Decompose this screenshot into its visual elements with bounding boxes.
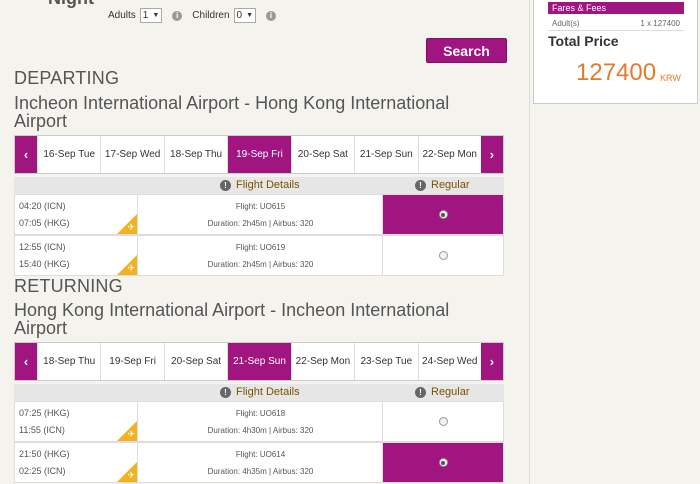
flight-duration: Duration: 2h45m | Airbus: 320: [207, 219, 314, 228]
flight-duration: Duration: 4h30m | Airbus: 320: [207, 426, 314, 435]
date-tab[interactable]: 21-Sep Sun: [227, 343, 291, 380]
date-tab[interactable]: 16-Sep Tue: [37, 136, 100, 173]
chevron-right-icon[interactable]: ›: [480, 343, 503, 380]
info-icon[interactable]: !: [415, 179, 426, 191]
page-title-partial: Night: [48, 0, 94, 9]
chevron-right-icon[interactable]: ›: [480, 136, 503, 173]
flight-details-label: Flight Details: [236, 386, 300, 398]
departing-flight-header: ! Flight Details ! Regular: [14, 177, 504, 194]
price-summary: Fares & Fees Adult(s) 1 x 127400 Total P…: [533, 0, 698, 104]
children-label: Children: [192, 10, 230, 21]
returning-heading: RETURNING: [14, 276, 123, 296]
adult-fare-row: Adult(s) 1 x 127400: [548, 19, 684, 31]
adults-select[interactable]: 1 ▼: [139, 8, 163, 23]
total-price-amount: 127400: [576, 59, 657, 86]
flight-number: Flight: UO619: [235, 243, 286, 252]
returning-date-strip: ‹ 18-Sep Thu 19-Sep Fri 20-Sep Sat 21-Se…: [14, 342, 504, 381]
passenger-row: Adults 1 ▼ i Children 0 ▼ i: [108, 8, 282, 23]
returning-flight-header: ! Flight Details ! Regular: [14, 384, 504, 401]
arrive-time: 11:55 (ICN): [19, 425, 65, 435]
fare-cell[interactable]: [383, 402, 503, 441]
total-price-label: Total Price: [548, 33, 619, 49]
info-icon[interactable]: !: [220, 179, 231, 191]
flight-row: 04:20 (ICN) 07:05 (HKG) ✈ Flight: UO615 …: [14, 194, 504, 235]
depart-time: 12:55 (ICN): [19, 242, 66, 252]
flight-number: Flight: UO614: [235, 450, 286, 459]
chevron-down-icon: ▼: [152, 12, 160, 19]
date-tab[interactable]: 20-Sep Sat: [163, 343, 227, 380]
chevron-left-icon[interactable]: ‹: [15, 343, 37, 380]
fare-cell[interactable]: [383, 236, 503, 275]
adults-label: Adults: [108, 10, 136, 21]
returning-route: Hong Kong International Airport - Incheo…: [14, 300, 450, 338]
arrive-time: 15:40 (HKG): [19, 259, 70, 269]
fare-radio[interactable]: [438, 210, 448, 219]
currency-label: KRW: [660, 73, 681, 83]
date-tab[interactable]: 22-Sep Mon: [290, 343, 354, 380]
flight-row: 07:25 (HKG) 11:55 (ICN) ✈ Flight: UO618 …: [14, 401, 504, 442]
children-select[interactable]: 0 ▼: [233, 8, 257, 23]
date-tab[interactable]: 23-Sep Tue: [354, 343, 417, 380]
search-button[interactable]: Search: [426, 38, 507, 63]
fare-radio[interactable]: [438, 251, 448, 260]
fare-cell[interactable]: [383, 443, 503, 482]
arrive-time: 02:25 (ICN): [19, 466, 66, 476]
flight-duration: Duration: 2h45m | Airbus: 320: [207, 260, 314, 269]
info-icon[interactable]: i: [266, 10, 277, 21]
chevron-down-icon: ▼: [246, 12, 254, 19]
depart-time: 21:50 (HKG): [19, 449, 70, 459]
flight-number: Flight: UO618: [235, 409, 286, 418]
date-tab[interactable]: 22-Sep Mon: [417, 136, 481, 173]
info-icon[interactable]: i: [172, 10, 183, 21]
departing-heading: DEPARTING: [14, 68, 120, 88]
flight-number: Flight: UO615: [235, 202, 286, 211]
flight-row: 12:55 (ICN) 15:40 (HKG) ✈ Flight: UO619 …: [14, 235, 504, 276]
date-tab[interactable]: 18-Sep Thu: [37, 343, 100, 380]
date-tab[interactable]: 17-Sep Wed: [100, 136, 163, 173]
regular-fare-label: Regular: [431, 179, 470, 191]
departing-date-strip: ‹ 16-Sep Tue 17-Sep Wed 18-Sep Thu 19-Se…: [14, 135, 504, 174]
regular-fare-label: Regular: [431, 386, 470, 398]
chevron-left-icon[interactable]: ‹: [15, 136, 37, 173]
date-tab[interactable]: 19-Sep Fri: [100, 343, 163, 380]
flight-duration: Duration: 4h35m | Airbus: 320: [207, 467, 314, 476]
adult-label: Adult(s): [552, 19, 580, 28]
date-tab[interactable]: 18-Sep Thu: [163, 136, 227, 173]
flight-row: 21:50 (HKG) 02:25 (ICN) ✈ Flight: UO614 …: [14, 442, 504, 483]
fares-fees-bar[interactable]: Fares & Fees: [548, 2, 684, 14]
fare-cell[interactable]: [383, 195, 503, 234]
departing-route: Incheon International Airport - Hong Kon…: [14, 93, 450, 131]
date-tab[interactable]: 19-Sep Fri: [227, 136, 291, 173]
date-tab[interactable]: 24-Sep Wed: [417, 343, 481, 380]
depart-time: 04:20 (ICN): [19, 201, 66, 211]
fare-radio[interactable]: [438, 417, 448, 426]
depart-time: 07:25 (HKG): [19, 408, 70, 418]
fare-radio[interactable]: [438, 458, 448, 467]
date-tab[interactable]: 21-Sep Sun: [354, 136, 417, 173]
date-tab[interactable]: 20-Sep Sat: [290, 136, 354, 173]
column-divider: [529, 0, 530, 484]
adult-value: 1 x 127400: [640, 19, 680, 28]
arrive-time: 07:05 (HKG): [19, 218, 70, 228]
flight-details-label: Flight Details: [236, 179, 300, 191]
info-icon[interactable]: !: [220, 386, 231, 398]
info-icon[interactable]: !: [415, 386, 426, 398]
